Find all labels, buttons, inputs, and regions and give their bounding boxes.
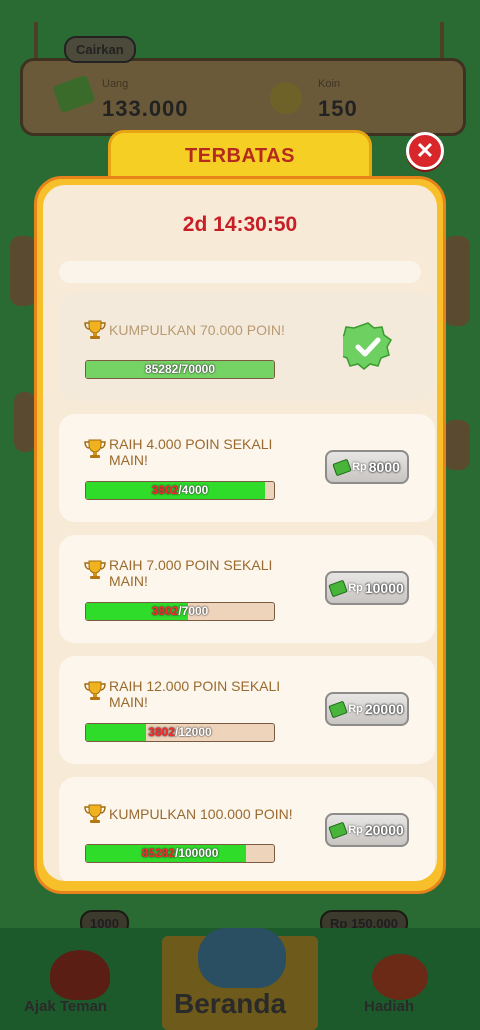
side-widget-right	[444, 236, 470, 326]
claim-reward-button[interactable]: Rp 20000	[325, 692, 409, 726]
progress-current: 85282	[144, 362, 179, 376]
progress-current: 85282	[141, 846, 175, 860]
reward-amount: 8000	[368, 459, 400, 475]
trophy-icon	[83, 681, 107, 701]
claim-reward-button[interactable]: Rp 10000	[325, 571, 409, 605]
check-badge-icon	[336, 321, 393, 371]
gamepad-icon	[198, 928, 286, 988]
trophy-icon	[83, 804, 107, 824]
reward-currency: Rp	[348, 582, 363, 594]
progress-target: /12000	[175, 725, 212, 739]
side-widget-left-2	[14, 392, 36, 452]
cash-icon	[328, 579, 348, 597]
progress-text: 3802/12000	[86, 724, 274, 741]
task-progress-bar: 3802/12000	[85, 723, 275, 742]
countdown-timer: 2d 14:30:50	[182, 213, 298, 236]
progress-text: 3802/4000	[86, 482, 274, 499]
coins-value: 150	[318, 96, 358, 121]
task-progress-bar: 3802/7000	[85, 602, 275, 621]
trophy-icon	[83, 320, 107, 340]
side-widget-left	[10, 236, 36, 306]
trophy-icon	[83, 560, 107, 580]
claim-reward-button[interactable]: Rp 20000	[325, 813, 409, 847]
progress-target: /70000	[178, 362, 216, 376]
cashout-button[interactable]: Cairkan	[64, 36, 136, 63]
task-card: RAIH 7.000 POIN SEKALI MAIN! 3802/7000 Rp 1…	[59, 535, 435, 643]
progress-target: /100000	[174, 846, 219, 860]
cash-icon	[332, 458, 352, 476]
limited-offer-modal: 2d 14:30:50 KUMPULKAN 70.000 POIN! 85282/…	[34, 176, 446, 894]
reward-currency: Rp	[348, 824, 363, 836]
scroll-top-edge	[59, 261, 421, 283]
cash-icon	[328, 700, 348, 718]
modal-title: TERBATAS	[185, 145, 295, 167]
task-progress-bar: 85282/100000	[85, 844, 275, 863]
side-widget-right-2	[444, 420, 470, 470]
trophy-icon	[83, 439, 107, 459]
task-title: RAIH 12.000 POIN SEKALI MAIN!	[109, 678, 281, 710]
progress-target: /4000	[178, 483, 209, 497]
balance-value: 133.000	[102, 96, 189, 121]
task-card: RAIH 12.000 POIN SEKALI MAIN! 3802/12000 R…	[59, 656, 435, 764]
coin-icon	[270, 82, 302, 114]
task-card: RAIH 4.000 POIN SEKALI MAIN! 3802/4000 Rp 8…	[59, 414, 435, 522]
close-icon: ✕	[415, 138, 435, 163]
progress-current: 3802	[148, 725, 175, 739]
task-title: KUMPULKAN 100.000 POIN!	[109, 806, 293, 822]
task-progress-bar: 85282/70000	[85, 360, 275, 379]
reward-currency: Rp	[352, 461, 367, 473]
nav-invite[interactable]: Ajak Teman	[24, 998, 107, 1015]
reward-amount: 20000	[364, 701, 404, 717]
cash-icon	[328, 821, 348, 839]
task-card: KUMPULKAN 70.000 POIN! 85282/70000	[59, 293, 435, 401]
progress-text: 85282/100000	[86, 845, 274, 862]
close-button[interactable]: ✕	[406, 132, 444, 170]
progress-current: 3802	[151, 604, 179, 618]
progress-current: 3802	[151, 483, 179, 497]
progress-target: /7000	[178, 604, 209, 618]
nav-gift[interactable]: Hadiah	[364, 998, 414, 1015]
task-card: KUMPULKAN 100.000 POIN! 85282/100000 Rp 200…	[59, 777, 435, 881]
modal-body: 2d 14:30:50 KUMPULKAN 70.000 POIN! 85282/…	[43, 185, 437, 881]
progress-text: 3802/7000	[86, 603, 274, 620]
task-title: RAIH 7.000 POIN SEKALI MAIN!	[109, 557, 273, 589]
nav-home[interactable]: Beranda	[174, 988, 286, 1020]
coins-label: Koin	[318, 78, 341, 90]
claim-reward-button[interactable]: Rp 8000	[325, 450, 409, 484]
reward-amount: 10000	[364, 580, 404, 596]
task-progress-bar: 3802/4000	[85, 481, 275, 500]
reward-currency: Rp	[348, 703, 363, 715]
gift-icon	[372, 954, 428, 1000]
invite-icon	[50, 950, 110, 1000]
progress-text: 85282/70000	[86, 361, 274, 378]
balance-label: Uang	[102, 78, 129, 90]
task-title: RAIH 4.000 POIN SEKALI MAIN!	[109, 436, 273, 468]
task-title: KUMPULKAN 70.000 POIN!	[109, 322, 285, 338]
reward-amount: 20000	[364, 822, 404, 838]
